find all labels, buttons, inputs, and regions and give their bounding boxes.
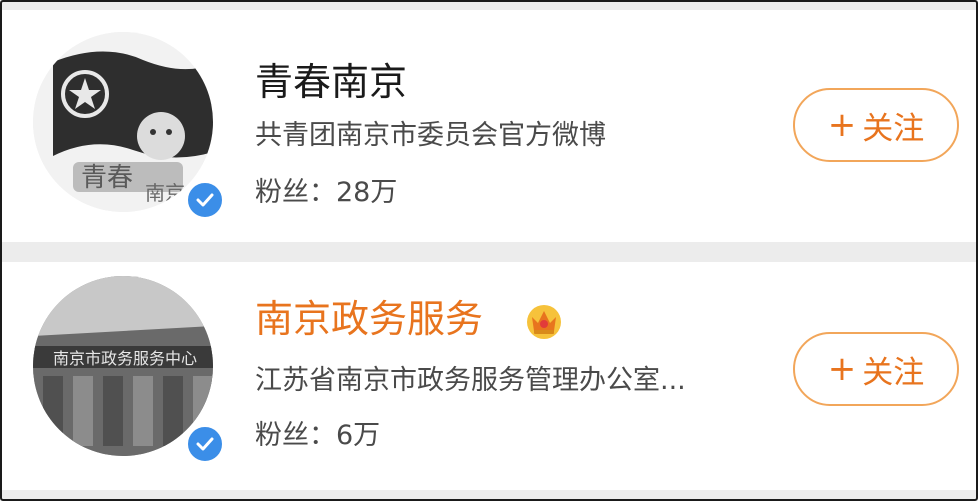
account-description: 江苏省南京市政务服务管理办公室... [255,365,686,396]
fans-count-line: 粉丝：28万 [255,177,397,209]
account-description: 共青团南京市委员会官方微博 [255,120,606,151]
verified-badge-icon [185,180,225,220]
fans-label: 粉丝： [255,177,336,208]
crown-icon [527,305,561,339]
follow-label: 关注 [862,354,925,391]
account-card[interactable]: 南京市政务服务中心 南京政务服务 江苏省南京市政务服务管理办公室... 粉丝：6… [0,262,978,490]
follow-button[interactable]: + 关注 [793,332,959,406]
follow-button[interactable]: + 关注 [793,88,959,162]
avatar-image: 青春 南京 [33,32,213,212]
svg-text:南京: 南京 [145,181,185,205]
avatar-flag-graphic: 青春 南京 [33,32,213,212]
fans-label: 粉丝： [255,420,336,451]
fans-count-line: 粉丝：6万 [255,420,380,452]
fans-count: 6万 [336,420,381,451]
verified-badge-icon [185,424,225,464]
avatar-image: 南京市政务服务中心 [33,276,213,456]
follow-label: 关注 [862,110,925,147]
plus-icon: + [827,349,857,389]
avatar-building-graphic: 南京市政务服务中心 [33,276,213,456]
svg-text:青春: 青春 [81,163,133,193]
account-card[interactable]: 青春 南京 青春南京 共青团南京市委员会官方微博 粉丝：28万 + 关注 [0,10,978,242]
fans-count: 28万 [336,177,398,208]
plus-icon: + [827,105,857,145]
svg-text:南京市政务服务中心: 南京市政务服务中心 [53,349,197,368]
avatar[interactable]: 南京市政务服务中心 [33,276,225,464]
account-name[interactable]: 南京政务服务 [255,297,483,341]
account-name[interactable]: 青春南京 [255,60,407,104]
avatar[interactable]: 青春 南京 [33,32,225,220]
